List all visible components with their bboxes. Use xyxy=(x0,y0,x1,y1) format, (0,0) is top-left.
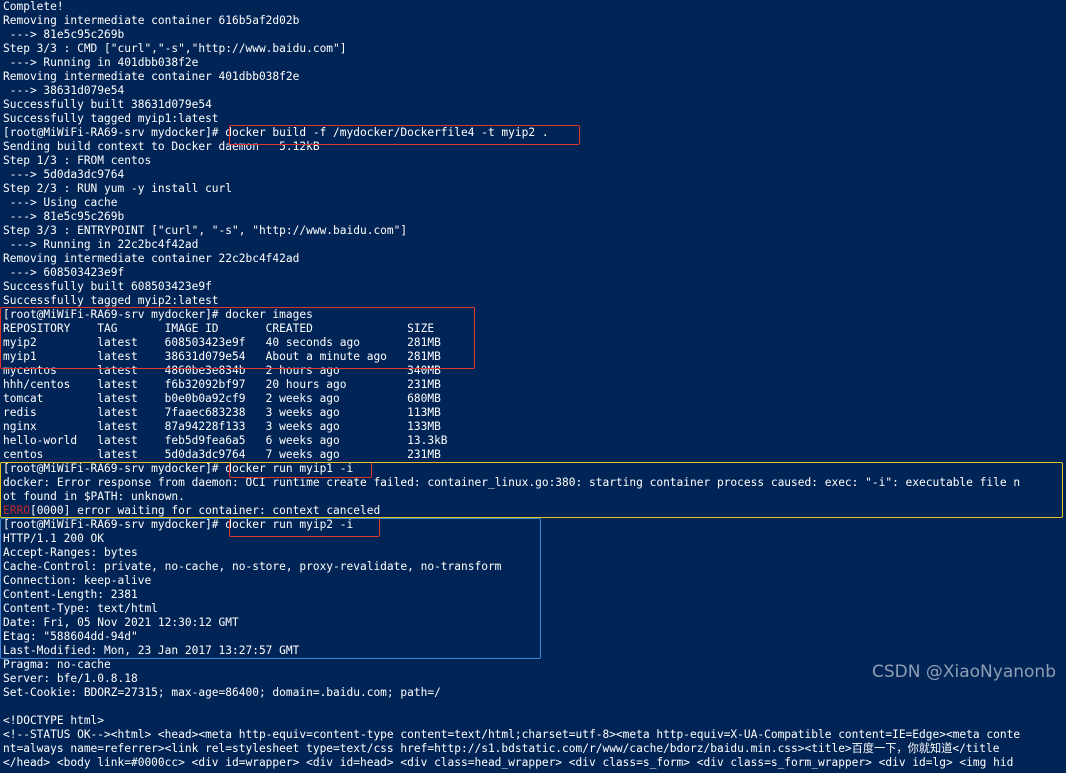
http-header-line: HTTP/1.1 200 OK xyxy=(3,532,105,545)
terminal-line: Step 3/3 : ENTRYPOINT ["curl", "-s", "ht… xyxy=(3,224,408,237)
terminal-line: ---> Running in 22c2bc4f42ad xyxy=(3,238,199,251)
terminal-line: Removing intermediate container 401dbb03… xyxy=(3,70,300,83)
html-body-line: nt=always name=referrer><link rel=styles… xyxy=(3,742,1000,755)
http-header-line: Content-Length: 2381 xyxy=(3,588,138,601)
terminal-line: Removing intermediate container 616b5af2… xyxy=(3,14,300,27)
images-table-row: hello-world latest feb5d9fea6a5 6 weeks … xyxy=(3,434,448,447)
http-header-line: Cache-Control: private, no-cache, no-sto… xyxy=(3,560,502,573)
html-body-line: <!--STATUS OK--><html> <head><meta http-… xyxy=(3,728,1021,741)
terminal-line: Step 2/3 : RUN yum -y install curl xyxy=(3,182,233,195)
command-line-run-myip2: [root@MiWiFi-RA69-srv mydocker]# docker … xyxy=(3,518,354,531)
http-header-line: Connection: keep-alive xyxy=(3,574,152,587)
images-table-row: myip1 latest 38631d079e54 About a minute… xyxy=(3,350,441,363)
error-prefix: ERRO xyxy=(3,504,30,517)
terminal-output: Complete! Removing intermediate containe… xyxy=(3,0,1066,770)
terminal-line: Successfully built 38631d079e54 xyxy=(3,98,212,111)
terminal-line: Sending build context to Docker daemon 5… xyxy=(3,140,320,153)
error-message-line: ot found in $PATH: unknown. xyxy=(3,490,185,503)
http-header-line: Etag: "588604dd-94d" xyxy=(3,630,138,643)
error-message-line: docker: Error response from daemon: OCI … xyxy=(3,476,1021,489)
csdn-watermark: CSDN @XiaoNyanonb xyxy=(872,662,1056,682)
terminal-line: ---> 81e5c95c269b xyxy=(3,210,125,223)
http-header-line: Content-Type: text/html xyxy=(3,602,158,615)
command-line-docker-images: [root@MiWiFi-RA69-srv mydocker]# docker … xyxy=(3,308,313,321)
terminal-line: ---> 5d0da3dc9764 xyxy=(3,168,125,181)
terminal-line: ---> 38631d079e54 xyxy=(3,84,125,97)
terminal-line: Step 1/3 : FROM centos xyxy=(3,154,152,167)
terminal-line: Complete! xyxy=(3,0,64,13)
images-table-row: myip2 latest 608503423e9f 40 seconds ago… xyxy=(3,336,441,349)
terminal-line: Removing intermediate container 22c2bc4f… xyxy=(3,252,300,265)
terminal-line: Successfully tagged myip1:latest xyxy=(3,112,219,125)
terminal-line: ---> Running in 401dbb038f2e xyxy=(3,56,199,69)
images-table-header: REPOSITORY TAG IMAGE ID CREATED SIZE xyxy=(3,322,435,335)
images-table-row: redis latest 7faaec683238 3 weeks ago 11… xyxy=(3,406,441,419)
images-table-row: centos latest 5d0da3dc9764 7 weeks ago 2… xyxy=(3,448,441,461)
error-wait-line: ERRO[0000] error waiting for container: … xyxy=(3,504,1066,518)
html-body-line: </head> <body link=#0000cc> <div id=wrap… xyxy=(3,756,1014,769)
terminal-window[interactable]: Complete! Removing intermediate containe… xyxy=(0,0,1066,773)
http-header-line: Date: Fri, 05 Nov 2021 12:30:12 GMT xyxy=(3,616,239,629)
terminal-line: ---> 608503423e9f xyxy=(3,266,125,279)
http-header-line: Accept-Ranges: bytes xyxy=(3,546,138,559)
command-line-run-myip1: [root@MiWiFi-RA69-srv mydocker]# docker … xyxy=(3,462,354,475)
terminal-line: Successfully tagged myip2:latest xyxy=(3,294,219,307)
terminal-line: Successfully built 608503423e9f xyxy=(3,280,212,293)
terminal-line: ---> Using cache xyxy=(3,196,118,209)
html-body-line: <!DOCTYPE html> xyxy=(3,714,105,727)
terminal-line: Step 3/3 : CMD ["curl","-s","http://www.… xyxy=(3,42,347,55)
terminal-line: ---> 81e5c95c269b xyxy=(3,28,125,41)
images-table-row: mycentos latest 4860be3e834b 2 hours ago… xyxy=(3,364,441,377)
command-line-docker-build: [root@MiWiFi-RA69-srv mydocker]# docker … xyxy=(3,126,549,139)
http-header-line: Set-Cookie: BDORZ=27315; max-age=86400; … xyxy=(3,686,441,699)
images-table-row: nginx latest 87a94228f133 3 weeks ago 13… xyxy=(3,420,441,433)
images-table-row: tomcat latest b0e0b0a92cf9 2 weeks ago 6… xyxy=(3,392,441,405)
images-table-row: hhh/centos latest f6b32092bf97 20 hours … xyxy=(3,378,441,391)
http-header-line: Last-Modified: Mon, 23 Jan 2017 13:27:57… xyxy=(3,644,300,657)
error-wait-text: [0000] error waiting for container: cont… xyxy=(29,504,381,517)
